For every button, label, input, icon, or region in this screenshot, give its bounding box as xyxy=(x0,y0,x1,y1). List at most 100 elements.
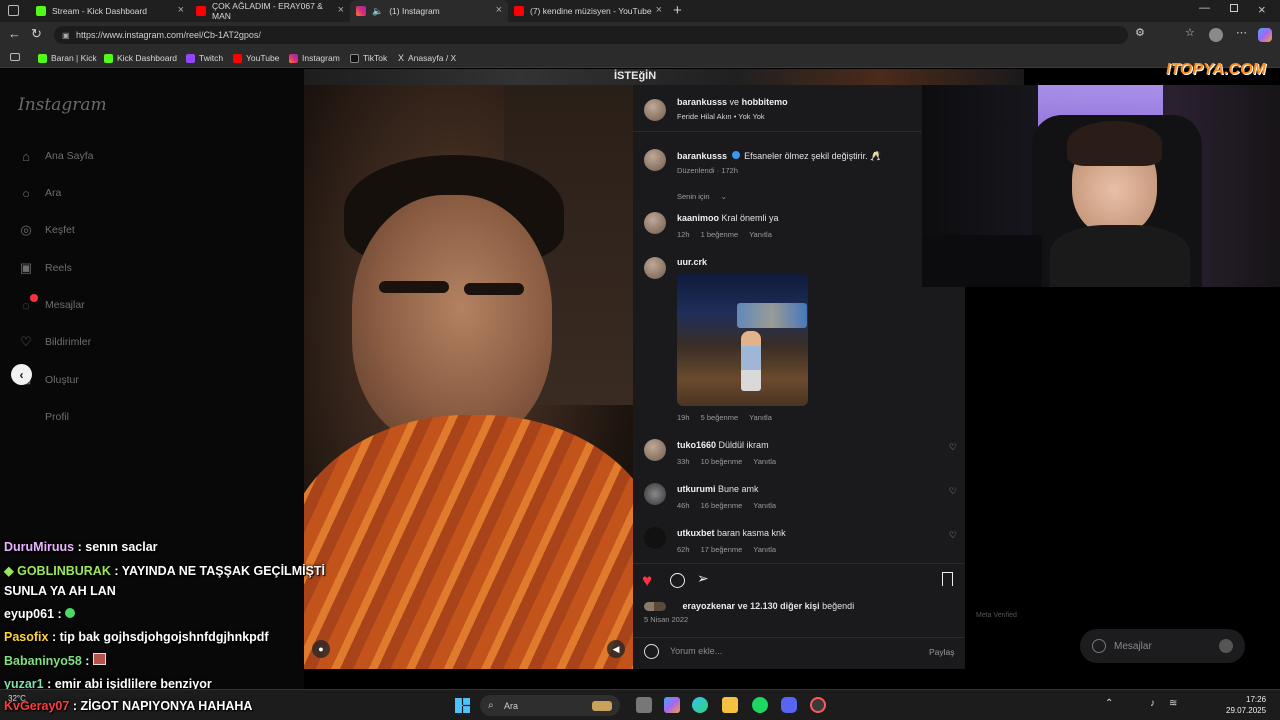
meta-verified-label[interactable]: Meta Verified xyxy=(976,612,1017,619)
comment-likes[interactable]: 5 beğenme xyxy=(701,413,739,422)
comment-likes[interactable]: 17 beğenme xyxy=(701,545,743,554)
nav-explore[interactable]: ◎ Keşfet xyxy=(18,222,74,238)
close-icon[interactable]: × xyxy=(338,4,344,16)
speaker-icon[interactable]: 🔈 xyxy=(372,6,383,17)
avatar[interactable] xyxy=(644,483,666,505)
chat-message: Pasofix : tip bak gojhsdjohgojshnfdgjhnk… xyxy=(4,630,269,644)
bookmark-x[interactable]: X Anasayfa / X xyxy=(398,51,456,65)
bookmark-twitch[interactable]: Twitch xyxy=(186,51,223,65)
volume-icon[interactable]: ♪ xyxy=(1150,698,1155,709)
nav-search[interactable]: ○ Ara xyxy=(18,185,61,201)
reply-button[interactable]: Yanıtla xyxy=(753,457,776,466)
tagged-people-icon[interactable]: ● xyxy=(312,640,330,658)
comment-likes[interactable]: 10 beğenme xyxy=(701,457,743,466)
back-icon[interactable]: ← xyxy=(8,26,21,41)
nav-messages[interactable]: ◌ Mesajlar xyxy=(18,297,85,313)
collab-username[interactable]: hobbitemo xyxy=(742,97,788,107)
nav-home[interactable]: ⌂ Ana Sayfa xyxy=(18,148,93,164)
discord-icon[interactable] xyxy=(781,697,797,713)
close-icon[interactable]: × xyxy=(656,4,662,16)
share-icon[interactable]: ➢ xyxy=(697,570,709,587)
avatar[interactable] xyxy=(644,527,666,549)
emoji-icon[interactable] xyxy=(644,644,659,659)
spotify-icon[interactable] xyxy=(752,697,768,713)
comment-like-icon[interactable]: ♡ xyxy=(949,486,957,497)
address-bar[interactable]: ▣ https://www.instagram.com/reel/Cb-1AT2… xyxy=(54,26,1128,44)
comment-like-icon[interactable]: ♡ xyxy=(949,530,957,541)
liked-by-count[interactable]: ve 12.130 diğer kişi xyxy=(738,601,820,611)
collections-icon[interactable]: ☆ xyxy=(1185,26,1195,39)
reply-button[interactable]: Yanıtla xyxy=(749,230,772,239)
comment-username[interactable]: uur.crk xyxy=(677,257,707,267)
comment-username[interactable]: utkuxbet xyxy=(677,528,715,538)
instagram-logo[interactable]: Instagram xyxy=(18,95,107,115)
tab-youtube-video[interactable]: ÇOK AĞLADIM - ERAY067 & MAN × xyxy=(190,0,350,22)
copilot-icon[interactable] xyxy=(1258,28,1272,42)
messages-button[interactable]: Mesajlar xyxy=(1080,629,1245,663)
comment-like-icon[interactable]: ♡ xyxy=(949,442,957,453)
reload-icon[interactable]: ↻ xyxy=(31,26,42,42)
avatar[interactable] xyxy=(644,99,666,121)
post-comment-button[interactable]: Paylaş xyxy=(929,647,955,657)
comment-likes[interactable]: 1 beğenme xyxy=(701,230,739,239)
liked-by[interactable]: erayozkenar ve 12.130 diğer kişi beğendi xyxy=(644,601,854,612)
comment-icon[interactable] xyxy=(670,573,685,588)
sort-dropdown[interactable]: Senin için ⌄ xyxy=(677,192,736,201)
comment-image[interactable] xyxy=(677,273,808,406)
clock[interactable]: 17:26 29.07.2025 xyxy=(1226,694,1266,716)
bookmark-youtube[interactable]: YouTube xyxy=(233,51,279,65)
taskbar-search[interactable]: ⌕ Ara xyxy=(480,695,620,716)
bookmark-tiktok[interactable]: TikTok xyxy=(350,51,387,65)
extensions-icon[interactable]: ⚙ xyxy=(1135,26,1145,39)
tab-actions-icon[interactable] xyxy=(10,53,20,61)
chevron-up-icon[interactable]: ⌃ xyxy=(1105,698,1113,709)
new-tab-button[interactable]: + xyxy=(673,2,682,19)
reply-button[interactable]: Yanıtla xyxy=(753,501,776,510)
avatar[interactable] xyxy=(644,149,666,171)
avatar[interactable] xyxy=(644,212,666,234)
minimize-button[interactable]: — xyxy=(1199,2,1210,14)
app-icon[interactable] xyxy=(810,697,826,713)
reply-button[interactable]: Yanıtla xyxy=(753,545,776,554)
avatar[interactable] xyxy=(644,257,666,279)
author-username[interactable]: barankusss xyxy=(677,97,727,107)
bookmark-icon[interactable] xyxy=(942,572,953,586)
sidebar-toggle-icon[interactable] xyxy=(8,5,19,16)
close-icon[interactable]: × xyxy=(178,4,184,16)
edge-icon[interactable] xyxy=(692,697,708,713)
tab-youtube[interactable]: (7) kendine müzisyen - YouTube × xyxy=(508,0,668,22)
file-explorer-icon[interactable] xyxy=(722,697,738,713)
previous-post-button[interactable]: ‹ xyxy=(11,364,32,385)
comment-likes[interactable]: 16 beğenme xyxy=(701,501,743,510)
profile-avatar[interactable] xyxy=(1209,28,1223,42)
menu-icon[interactable]: ⋯ xyxy=(1236,26,1247,39)
bookmark-baran-kick[interactable]: Baran | Kick xyxy=(38,51,97,65)
nav-reels[interactable]: ▣ Reels xyxy=(18,260,72,276)
nav-profile[interactable]: Profil xyxy=(18,409,69,425)
comment-username[interactable]: kaanimoo xyxy=(677,213,719,223)
copilot-app-icon[interactable] xyxy=(664,697,680,713)
avatar[interactable] xyxy=(644,439,666,461)
maximize-button[interactable] xyxy=(1230,4,1238,12)
tab-instagram[interactable]: 🔈 (1) Instagram × xyxy=(350,0,508,22)
mute-icon[interactable]: ◀ xyxy=(607,640,625,658)
comment-username[interactable]: tuko1660 xyxy=(677,440,716,450)
close-icon[interactable]: × xyxy=(496,4,502,16)
audio-label[interactable]: Feride Hilal Akın • Yok Yok xyxy=(677,112,765,121)
comment-username[interactable]: utkurumi xyxy=(677,484,716,494)
comment-time: 33h xyxy=(677,457,690,466)
caption-username[interactable]: barankusss xyxy=(677,151,727,161)
windows-start-icon[interactable] xyxy=(455,698,470,713)
reply-button[interactable]: Yanıtla xyxy=(749,413,772,422)
liked-by-user[interactable]: erayozkenar xyxy=(683,601,736,611)
close-window-button[interactable]: × xyxy=(1258,2,1266,17)
bookmark-instagram[interactable]: Instagram xyxy=(289,51,340,65)
tab-kick-dashboard[interactable]: Stream - Kick Dashboard × xyxy=(30,0,190,22)
nav-notifications[interactable]: ♡ Bildirimler xyxy=(18,334,91,350)
task-view-icon[interactable] xyxy=(636,697,652,713)
like-heart-icon[interactable]: ♥ xyxy=(642,571,652,591)
reel-video[interactable]: ● ◀ xyxy=(304,85,633,669)
wifi-icon[interactable]: ≋ xyxy=(1169,698,1177,709)
comment-input[interactable]: Yorum ekle... xyxy=(670,646,722,656)
bookmark-kick-dashboard[interactable]: Kick Dashboard xyxy=(104,51,177,65)
